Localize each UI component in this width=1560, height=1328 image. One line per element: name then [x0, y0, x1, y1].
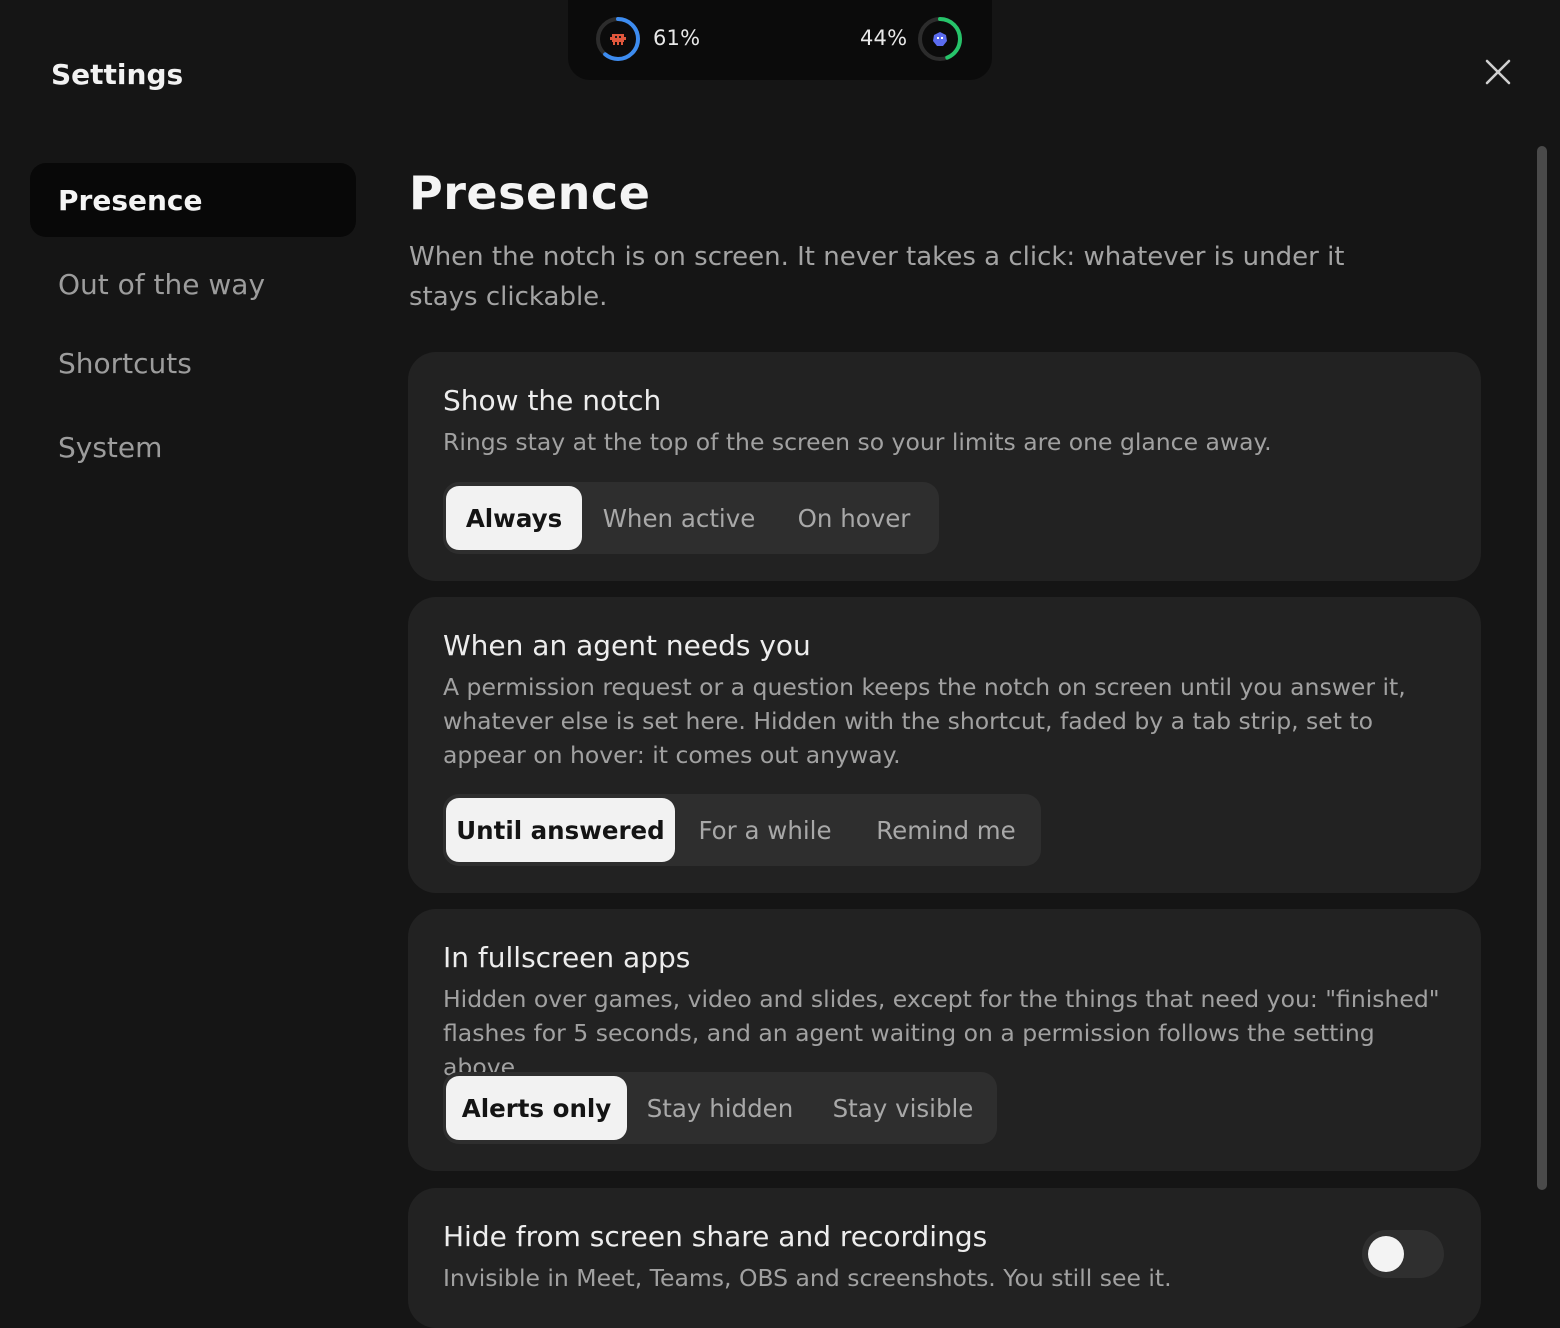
page-title: Presence [409, 166, 651, 220]
fullscreen-apps-segmented-control: Alerts only Stay hidden Stay visible [443, 1072, 997, 1144]
status-notch: 61% 44% [568, 0, 992, 80]
sidebar-item-system[interactable]: System [30, 410, 356, 484]
window-title: Settings [51, 58, 184, 91]
sidebar-item-label: Out of the way [58, 267, 266, 301]
usage-percent-right: 44% [860, 26, 908, 50]
card-description: Hidden over games, video and slides, exc… [443, 985, 1440, 1081]
usage-ring-right [916, 15, 964, 63]
settings-card-fullscreen-apps: In fullscreen apps Hidden over games, vi… [408, 909, 1481, 1171]
card-description: A permission request or a question keeps… [443, 673, 1406, 769]
scrollbar[interactable] [1535, 146, 1549, 1190]
card-description: Rings stay at the top of the screen so y… [443, 428, 1272, 456]
card-title: Show the notch [443, 384, 662, 417]
hide-from-screen-share-toggle[interactable] [1362, 1230, 1444, 1278]
option-always[interactable]: Always [446, 486, 582, 550]
option-until-answered[interactable]: Until answered [446, 798, 675, 862]
toggle-knob [1368, 1236, 1404, 1272]
sidebar-item-presence[interactable]: Presence [30, 163, 356, 237]
agent-needs-you-segmented-control: Until answered For a while Remind me [443, 794, 1041, 866]
sidebar-item-label: System [58, 430, 163, 464]
settings-card-hide-from-screen-share: Hide from screen share and recordings In… [408, 1188, 1481, 1328]
settings-card-show-notch: Show the notch Rings stay at the top of … [408, 352, 1481, 581]
option-when-active[interactable]: When active [582, 486, 776, 550]
option-stay-visible[interactable]: Stay visible [813, 1076, 993, 1140]
option-alerts-only[interactable]: Alerts only [446, 1076, 627, 1140]
usage-ring-left [594, 15, 642, 63]
sidebar-item-label: Presence [58, 183, 203, 217]
close-button[interactable] [1478, 52, 1518, 92]
card-title: When an agent needs you [443, 629, 811, 662]
page-description: When the notch is on screen. It never ta… [409, 242, 1345, 312]
option-for-a-while[interactable]: For a while [675, 798, 855, 862]
card-title: In fullscreen apps [443, 941, 691, 974]
red-pixel-creature-icon [610, 34, 626, 45]
option-on-hover[interactable]: On hover [776, 486, 932, 550]
show-notch-segmented-control: Always When active On hover [443, 482, 939, 554]
usage-percent-left: 61% [653, 26, 701, 50]
blue-pixel-creature-icon [933, 32, 947, 46]
card-description: Invisible in Meet, Teams, OBS and screen… [443, 1264, 1172, 1292]
option-stay-hidden[interactable]: Stay hidden [627, 1076, 813, 1140]
option-remind-me[interactable]: Remind me [855, 798, 1037, 862]
card-title: Hide from screen share and recordings [443, 1220, 988, 1253]
sidebar-item-shortcuts[interactable]: Shortcuts [30, 326, 356, 400]
close-icon [1485, 59, 1511, 85]
scrollbar-thumb[interactable] [1537, 146, 1547, 1190]
sidebar-item-label: Shortcuts [58, 346, 192, 380]
settings-card-agent-needs-you: When an agent needs you A permission req… [408, 597, 1481, 893]
sidebar-item-out-of-the-way[interactable]: Out of the way [30, 247, 356, 321]
